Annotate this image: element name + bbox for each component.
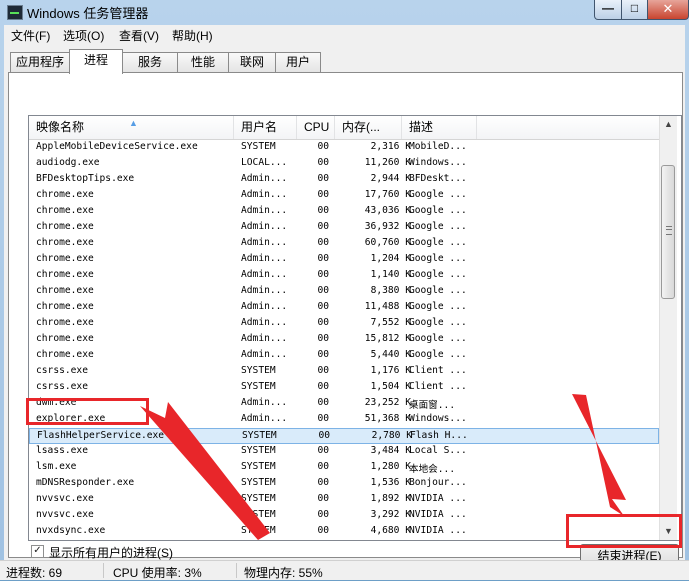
task-manager-window: Windows 任务管理器 — □ ✕ 文件(F) 选项(O) 查看(V) 帮助… [0,0,689,580]
annotation-arrows [140,394,626,540]
arrow-to-end-button-icon [572,394,626,516]
tab-processes[interactable]: 进程 [69,49,123,74]
arrow-to-process-icon [140,402,270,540]
